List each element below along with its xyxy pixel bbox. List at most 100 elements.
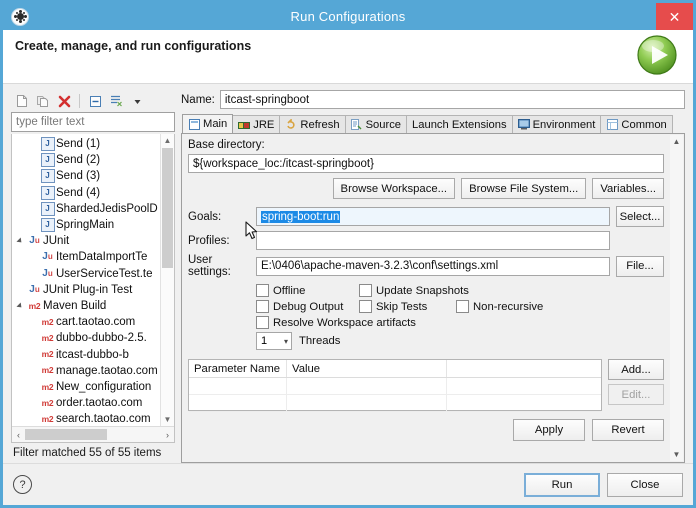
tree-item-itcast-dubbo-b[interactable]: m2 itcast-dubbo-b: [12, 346, 174, 362]
tree-item-junit-plug-in-test[interactable]: Ju JUnit Plug-in Test: [12, 282, 174, 298]
parameters-table[interactable]: Parameter Name Value: [188, 359, 602, 412]
tab-jre[interactable]: JRE: [232, 115, 281, 133]
scroll-right-icon[interactable]: ›: [161, 430, 174, 440]
filter-configurations-button[interactable]: [107, 92, 125, 110]
chevron-down-icon[interactable]: [128, 92, 146, 110]
threads-stepper[interactable]: 1 ▾: [256, 332, 292, 350]
user-settings-file-button[interactable]: File...: [616, 255, 664, 277]
main-tab-icon: [188, 118, 200, 130]
add-parameter-button[interactable]: Add...: [608, 359, 664, 380]
name-label: Name:: [181, 93, 215, 106]
debug-output-label[interactable]: Debug Output: [273, 301, 359, 313]
close-icon[interactable]: ✕: [656, 3, 693, 30]
apply-button[interactable]: Apply: [513, 419, 585, 441]
close-button[interactable]: Close: [607, 472, 683, 497]
resolve-workspace-artifacts-label[interactable]: Resolve Workspace artifacts: [273, 317, 416, 329]
goals-selected-text: spring-boot:run: [261, 210, 341, 223]
tree-item-send-1[interactable]: J Send (1): [12, 136, 174, 152]
tab-source[interactable]: Source: [344, 115, 408, 133]
tree-item-cart-taotao-com[interactable]: m2 cart.taotao.com: [12, 314, 174, 330]
tab-refresh[interactable]: Refresh: [279, 115, 346, 133]
scroll-left-icon[interactable]: ‹: [12, 430, 25, 440]
panel-scroll-down-icon[interactable]: ▼: [670, 448, 683, 461]
tree-item-label: itcast-dubbo-b: [56, 348, 129, 361]
scroll-down-icon[interactable]: ▼: [161, 413, 174, 426]
collapse-all-button[interactable]: [86, 92, 104, 110]
maven-icon: m2: [41, 365, 54, 376]
new-configuration-button[interactable]: [13, 92, 31, 110]
variables-button[interactable]: Variables...: [592, 178, 664, 199]
tree-scroll-thumb[interactable]: [162, 148, 173, 268]
tree-item-itemdataimportte[interactable]: Ju ItemDataImportTe: [12, 249, 174, 265]
title-bar: Run Configurations ✕: [3, 3, 693, 30]
expand-arrow-icon[interactable]: [14, 302, 26, 310]
skip-tests-label[interactable]: Skip Tests: [376, 301, 456, 313]
debug-output-checkbox[interactable]: [256, 300, 269, 313]
panel-vertical-scrollbar[interactable]: ▲ ▼: [670, 135, 683, 461]
tree-item-label: JUnit Plug-in Test: [43, 283, 133, 296]
non-recursive-label[interactable]: Non-recursive: [473, 301, 543, 313]
tree-item-send-3[interactable]: J Send (3): [12, 168, 174, 184]
threads-chevron-down-icon[interactable]: ▾: [284, 337, 291, 346]
apply-revert-row: Apply Revert: [188, 419, 664, 441]
tree-item-send-2[interactable]: J Send (2): [12, 152, 174, 168]
delete-configuration-button[interactable]: [55, 92, 73, 110]
parameters-buttons: Add... Edit...: [608, 359, 664, 411]
update-snapshots-label[interactable]: Update Snapshots: [376, 285, 469, 297]
tree-item-dubbo-dubbo-2-5[interactable]: m2 dubbo-dubbo-2.5.: [12, 330, 174, 346]
user-settings-input[interactable]: E:\0406\apache-maven-3.2.3\conf\settings…: [256, 256, 610, 276]
resolve-workspace-artifacts-checkbox[interactable]: [256, 316, 269, 329]
non-recursive-checkbox[interactable]: [456, 300, 469, 313]
run-button[interactable]: Run: [524, 472, 600, 497]
revert-button[interactable]: Revert: [592, 419, 664, 441]
base-directory-input[interactable]: ${workspace_loc:/itcast-springboot}: [188, 154, 664, 173]
tree-horizontal-scrollbar[interactable]: ‹ ›: [12, 426, 174, 442]
tree-item-userservicetest-te[interactable]: Ju UserServiceTest.te: [12, 266, 174, 282]
scroll-up-icon[interactable]: ▲: [161, 134, 174, 147]
skip-tests-checkbox[interactable]: [359, 300, 372, 313]
tree-toolbar: [11, 90, 175, 112]
threads-label: Threads: [299, 335, 341, 347]
panel-scroll-up-icon[interactable]: ▲: [670, 135, 683, 148]
tree-item-new-configuration[interactable]: m2 New_configuration: [12, 379, 174, 395]
tab-environment[interactable]: Environment: [511, 115, 602, 133]
options-group: Offline Update Snapshots Debug Output Sk…: [256, 284, 664, 353]
tree-vertical-scrollbar[interactable]: ▲: [160, 134, 174, 426]
h-scroll-track[interactable]: [25, 429, 161, 440]
tree-item-junit[interactable]: Ju JUnit: [12, 233, 174, 249]
duplicate-configuration-button[interactable]: [34, 92, 52, 110]
browse-filesystem-button[interactable]: Browse File System...: [461, 178, 587, 199]
tree-item-search-taotao-com[interactable]: m2 search.taotao.com: [12, 411, 174, 426]
dialog-header: Create, manage, and run configurations: [3, 30, 693, 84]
tab-main[interactable]: Main: [182, 114, 234, 133]
select-goals-button[interactable]: Select...: [616, 206, 664, 227]
table-row[interactable]: [189, 378, 601, 395]
profiles-label: Profiles:: [188, 234, 230, 247]
browse-workspace-button[interactable]: Browse Workspace...: [332, 178, 456, 199]
gear-icon: [11, 7, 29, 26]
offline-checkbox[interactable]: [256, 284, 269, 297]
offline-label[interactable]: Offline: [273, 285, 359, 297]
update-snapshots-checkbox[interactable]: [359, 284, 372, 297]
filter-input[interactable]: type filter text: [11, 112, 175, 132]
maven-icon: m2: [41, 333, 54, 344]
tree-item-springmain[interactable]: J SpringMain: [12, 217, 174, 233]
tree-item-maven-build[interactable]: m2 Maven Build: [12, 298, 174, 314]
tab-launch-extensions[interactable]: Launch Extensions: [406, 115, 513, 133]
tree-item-label: cart.taotao.com: [56, 316, 136, 329]
name-input[interactable]: itcast-springboot: [219, 90, 685, 109]
tree-item-manage-taotao-com[interactable]: m2 manage.taotao.com: [12, 363, 174, 379]
tree-item-order-taotao-com[interactable]: m2 order.taotao.com: [12, 395, 174, 411]
profiles-input[interactable]: [256, 231, 610, 250]
tree-item-shardedjedispoold[interactable]: J ShardedJedisPoolD: [12, 201, 174, 217]
h-scroll-thumb[interactable]: [25, 429, 107, 440]
tree-item-label: dubbo-dubbo-2.5.: [56, 332, 147, 345]
tab-common[interactable]: Common: [600, 115, 673, 133]
tree-item-label: Send (1): [56, 138, 101, 151]
goals-input[interactable]: spring-boot:run: [256, 207, 610, 226]
expand-arrow-icon[interactable]: [14, 237, 26, 245]
tree-item-send-4[interactable]: J Send (4): [12, 185, 174, 201]
table-row[interactable]: [189, 395, 601, 412]
tree-item-label: Send (3): [56, 170, 101, 183]
help-icon[interactable]: ?: [13, 475, 32, 494]
